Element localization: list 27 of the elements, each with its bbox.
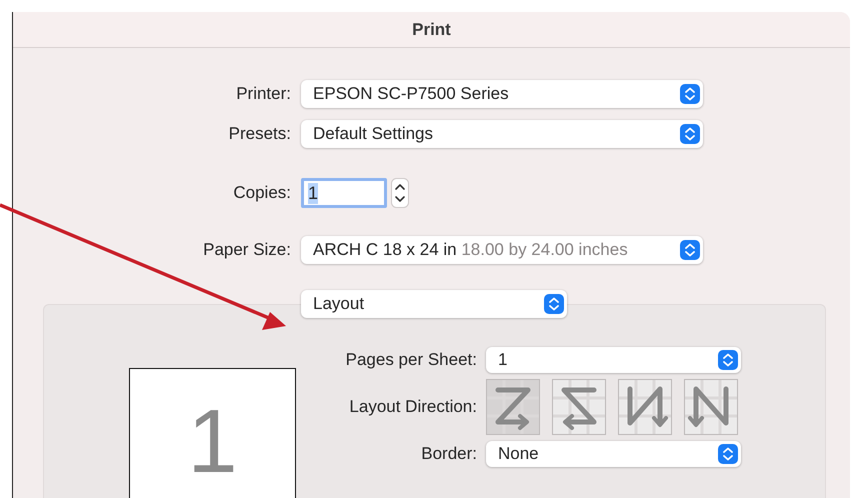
chevron-icon	[680, 84, 700, 104]
layout-direction-button[interactable]	[486, 379, 540, 435]
paper-size-popup[interactable]: ARCH C 18 x 24 in 18.00 by 24.00 inches	[301, 236, 703, 264]
printer-popup[interactable]: EPSON SC-P7500 Series	[301, 80, 703, 108]
section-popup[interactable]: Layout	[301, 290, 567, 318]
chevron-icon	[544, 294, 564, 314]
layout-direction-button[interactable]	[684, 379, 738, 435]
stepper-icon[interactable]	[391, 178, 409, 208]
chevron-icon	[718, 444, 738, 464]
copies-field[interactable]: 1	[301, 178, 387, 208]
chevron-icon	[680, 124, 700, 144]
presets-popup[interactable]: Default Settings	[301, 120, 703, 148]
field-label: Layout Direction:	[348, 397, 477, 417]
field-label: Pages per Sheet:	[344, 350, 477, 370]
field-label: Copies:	[232, 183, 291, 203]
field-label: Border:	[420, 444, 477, 464]
page-preview: 1	[129, 368, 296, 498]
field-label: Paper Size:	[202, 240, 291, 260]
layout-direction-button[interactable]	[552, 379, 606, 435]
layout-direction-button[interactable]	[618, 379, 672, 435]
border-popup[interactable]: None	[486, 441, 741, 467]
pages-per-sheet-popup[interactable]: 1	[486, 347, 741, 373]
field-label: Presets:	[228, 124, 291, 144]
window-title: Print	[412, 20, 451, 40]
chevron-icon	[718, 350, 738, 370]
chevron-icon	[680, 240, 700, 260]
field-label: Printer:	[235, 84, 291, 104]
